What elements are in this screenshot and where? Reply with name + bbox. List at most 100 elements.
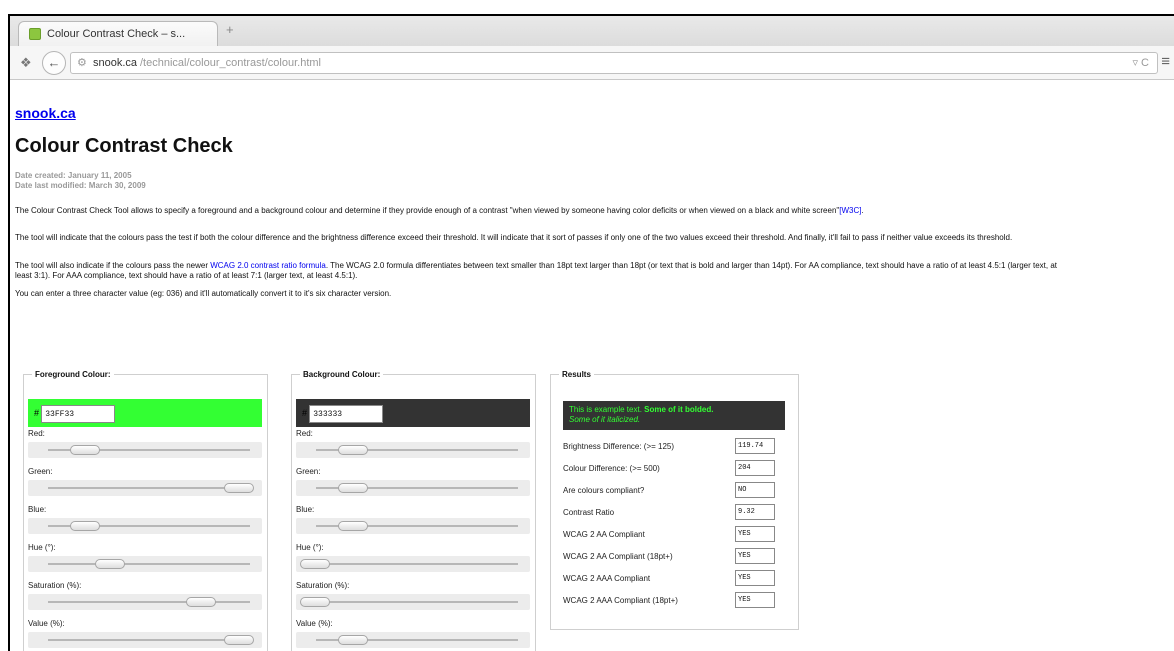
intro-paragraph-3: The tool will also indicate if the colou… [15, 261, 1070, 281]
back-arrow-icon: ← [47, 55, 61, 70]
foreground-panel: Foreground Colour: # 33FF33 Red: Green: Bl… [23, 370, 268, 651]
background-slider[interactable] [296, 594, 530, 610]
foreground-legend: Foreground Colour: [35, 370, 111, 379]
result-label: Contrast Ratio [563, 508, 615, 517]
page-title: Colour Contrast Check [15, 135, 233, 157]
slider-thumb[interactable] [338, 635, 368, 645]
background-legend: Background Colour: [303, 370, 381, 379]
back-button[interactable]: ← [42, 51, 66, 75]
background-slider[interactable] [296, 632, 530, 648]
sample-italic-text: Some of it italicized. [569, 415, 641, 424]
foreground-slider-label: Red: [28, 429, 45, 438]
foreground-slider[interactable] [28, 442, 262, 458]
intro-1-end: . [861, 206, 864, 215]
result-value: YES [735, 526, 775, 542]
foreground-slider-label: Green: [28, 467, 53, 476]
date-created: Date created: January 11, 2005 [15, 171, 132, 180]
result-label: WCAG 2 AAA Compliant [563, 574, 651, 583]
new-tab-button[interactable]: + [226, 22, 234, 37]
w3c-link[interactable]: [W3C] [839, 206, 861, 215]
foreground-hex-input[interactable]: 33FF33 [41, 405, 116, 423]
slider-thumb[interactable] [300, 597, 330, 607]
intro-1-text: The Colour Contrast Check Tool allows to… [15, 206, 840, 215]
date-modified: Date last modified: March 30, 2009 [15, 181, 146, 190]
sample-bold-text: Some of it bolded. [644, 405, 714, 414]
results-panel: Results This is example text. Some of it… [550, 370, 799, 630]
snap-icon[interactable]: ❖ [20, 55, 32, 71]
wcag-formula-link[interactable]: WCAG 2.0 contrast ratio formula [210, 261, 326, 270]
background-hash: # [302, 408, 308, 419]
slider-thumb[interactable] [300, 559, 330, 569]
background-slider-label: Saturation (%): [296, 581, 350, 590]
foreground-slider[interactable] [28, 632, 262, 648]
site-home-link[interactable]: snook.ca [15, 105, 76, 121]
browser-window: Colour Contrast Check – s... + ❖ ← ⚙ sno… [8, 14, 1174, 651]
background-slider[interactable] [296, 518, 530, 534]
results-legend: Results [562, 370, 591, 379]
result-value: YES [735, 592, 775, 608]
sample-text-box: This is example text. Some of it bolded.… [563, 401, 785, 430]
slider-thumb[interactable] [70, 521, 100, 531]
browser-toolbar: ❖ ← ⚙ snook.ca /technical/colour_contras… [10, 46, 1174, 80]
foreground-slider[interactable] [28, 594, 262, 610]
background-slider-label: Value (%): [296, 619, 333, 628]
foreground-slider-label: Saturation (%): [28, 581, 82, 590]
slider-thumb[interactable] [95, 559, 125, 569]
result-label: Colour Difference: (>= 500) [563, 464, 660, 473]
slider-thumb[interactable] [338, 445, 368, 455]
menu-icon[interactable]: ≡ [1161, 53, 1170, 70]
intro-paragraph-2: The tool will indicate that the colours … [15, 233, 1013, 242]
foreground-slider[interactable] [28, 556, 262, 572]
slider-thumb[interactable] [338, 521, 368, 531]
slider-thumb[interactable] [224, 483, 254, 493]
slider-thumb[interactable] [70, 445, 100, 455]
result-label: Brightness Difference: (>= 125) [563, 442, 675, 451]
foreground-slider-label: Value (%): [28, 619, 65, 628]
intro-3-text: The tool will also indicate if the colou… [15, 261, 211, 270]
background-slider[interactable] [296, 480, 530, 496]
address-bar[interactable]: ⚙ snook.ca /technical/colour_contrast/co… [70, 52, 1158, 74]
slider-thumb[interactable] [338, 483, 368, 493]
foreground-slider-label: Hue (°): [28, 543, 56, 552]
intro-paragraph-1: The Colour Contrast Check Tool allows to… [15, 206, 1070, 216]
slider-groove [48, 601, 250, 603]
slider-thumb[interactable] [224, 635, 254, 645]
slider-groove [48, 487, 250, 489]
intro-paragraph-4: You can enter a three character value (e… [15, 289, 392, 298]
foreground-slider[interactable] [28, 518, 262, 534]
slider-groove [316, 563, 518, 565]
result-value: NO [735, 482, 775, 498]
background-panel: Background Colour: # 333333 Red: Green: Bl… [291, 370, 536, 651]
slider-groove [48, 639, 250, 641]
sample-normal-text: This is example text. [569, 405, 645, 414]
result-label: WCAG 2 AAA Compliant (18pt+) [563, 596, 678, 605]
url-host: snook.ca [93, 57, 138, 69]
result-value: 204 [735, 460, 775, 476]
tab-title: Colour Contrast Check – s... [47, 28, 186, 40]
background-slider-label: Red: [296, 429, 313, 438]
foreground-slider-label: Blue: [28, 505, 47, 514]
foreground-slider[interactable] [28, 480, 262, 496]
background-slider-label: Green: [296, 467, 321, 476]
result-label: Are colours compliant? [563, 486, 645, 495]
url-path: /technical/colour_contrast/colour.html [140, 57, 321, 69]
browser-tab[interactable]: Colour Contrast Check – s... [18, 21, 218, 46]
reload-icon[interactable]: ▿ C [1132, 53, 1149, 73]
result-label: WCAG 2 AA Compliant [563, 530, 645, 539]
result-value: 9.32 [735, 504, 775, 520]
slider-thumb[interactable] [186, 597, 216, 607]
background-hex-input[interactable]: 333333 [309, 405, 384, 423]
lock-icon: ⚙ [77, 57, 87, 69]
slider-groove [316, 601, 518, 603]
result-value: YES [735, 548, 775, 564]
result-value: 119.74 [735, 438, 775, 454]
background-slider[interactable] [296, 442, 530, 458]
favicon-icon [29, 28, 41, 40]
result-label: WCAG 2 AA Compliant (18pt+) [563, 552, 673, 561]
background-slider[interactable] [296, 556, 530, 572]
background-slider-label: Hue (°): [296, 543, 324, 552]
foreground-hash: # [34, 408, 40, 419]
result-value: YES [735, 570, 775, 586]
foreground-swatch: # 33FF33 [28, 399, 262, 427]
background-slider-label: Blue: [296, 505, 315, 514]
